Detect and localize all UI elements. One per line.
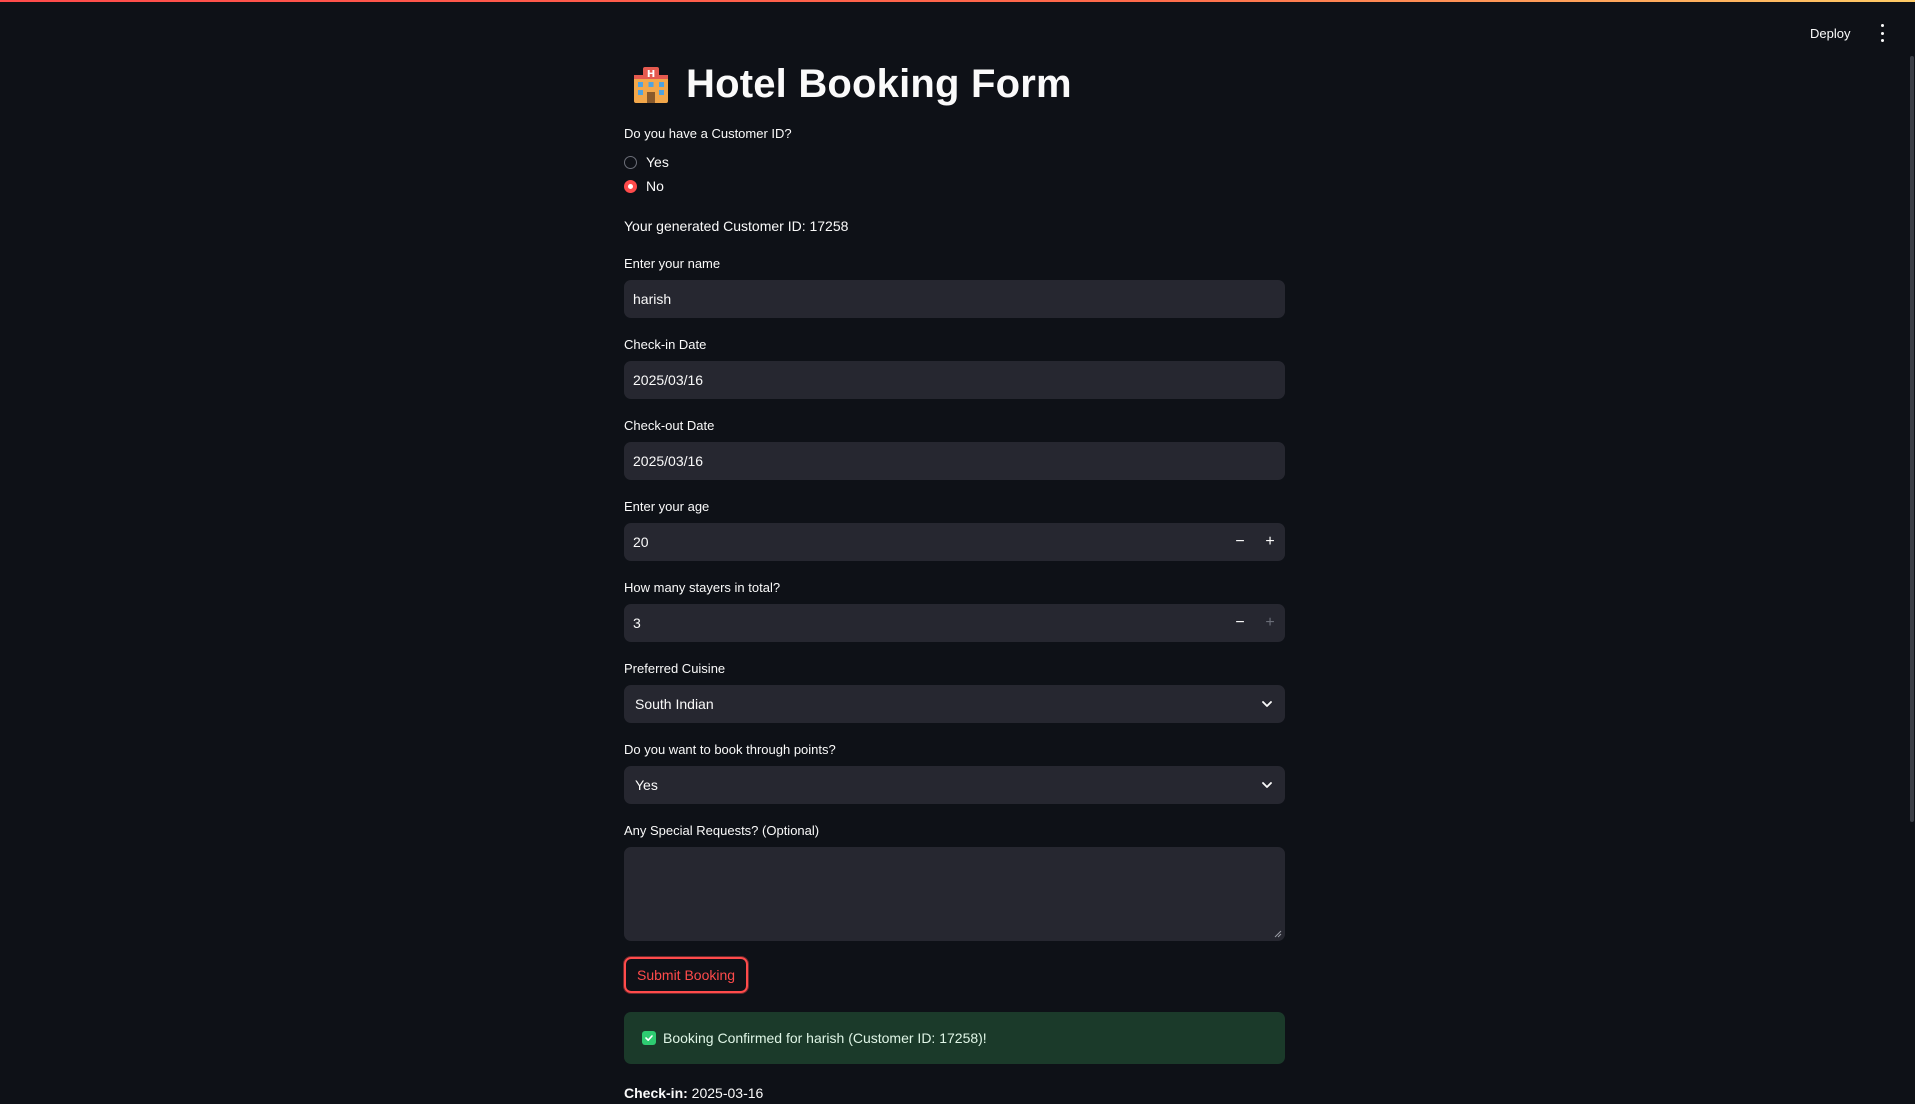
cuisine-label: Preferred Cuisine (624, 661, 726, 676)
name-label: Enter your name (624, 256, 721, 271)
points-label: Do you want to book through points? (624, 742, 836, 757)
cuisine-field: Preferred Cuisine South Indian (624, 661, 1285, 723)
radio-option-yes[interactable]: Yes (624, 150, 1285, 174)
chevron-down-icon (1262, 782, 1272, 788)
stayers-value: 3 (633, 615, 641, 631)
radio-label-no: No (646, 178, 664, 194)
cuisine-select[interactable]: South Indian (624, 685, 1285, 723)
scrollbar[interactable] (1910, 56, 1914, 822)
customer-id-question-label: Do you have a Customer ID? (624, 126, 792, 141)
summary-checkin-value: 2025-03-16 (687, 1085, 764, 1101)
points-select[interactable]: Yes (624, 766, 1285, 804)
checkin-field: Check-in Date 2025/03/16 (624, 337, 1285, 399)
deploy-button[interactable]: Deploy (1804, 22, 1856, 45)
points-selected-value: Yes (635, 777, 658, 793)
summary-checkin-label: Check-in: (624, 1085, 688, 1101)
age-value: 20 (633, 534, 649, 550)
age-label: Enter your age (624, 499, 710, 514)
svg-text:H: H (647, 69, 655, 80)
age-decrement-button[interactable]: − (1225, 523, 1255, 561)
stayers-label: How many stayers in total? (624, 580, 781, 595)
name-field: Enter your name harish (624, 256, 1285, 318)
name-input[interactable]: harish (624, 280, 1285, 318)
top-decoration-stripe (0, 0, 1915, 2)
resize-handle-icon[interactable] (1274, 930, 1282, 938)
special-requests-textarea[interactable] (624, 847, 1285, 941)
chevron-down-icon (1262, 701, 1272, 707)
cuisine-selected-value: South Indian (635, 696, 714, 712)
age-increment-button[interactable]: + (1255, 523, 1285, 561)
checkin-date-value: 2025/03/16 (633, 372, 704, 388)
checkin-label: Check-in Date (624, 337, 707, 352)
kebab-menu-icon[interactable] (1874, 24, 1890, 42)
customer-id-radio-group: Yes No (624, 150, 1285, 198)
checkout-date-input[interactable]: 2025/03/16 (624, 442, 1285, 480)
main-content: H Hotel Booking Form Do you have a Custo… (624, 56, 1285, 1104)
stayers-increment-button[interactable]: + (1255, 604, 1285, 642)
stayers-stepper: − + (1225, 604, 1285, 642)
age-number-input[interactable]: 20 − + (624, 523, 1285, 561)
points-field: Do you want to book through points? Yes (624, 742, 1285, 804)
radio-label-yes: Yes (646, 154, 669, 170)
age-field: Enter your age 20 − + (624, 499, 1285, 561)
radio-unchecked-icon (624, 155, 637, 169)
success-message: Booking Confirmed for harish (Customer I… (663, 1030, 987, 1046)
stayers-field: How many stayers in total? 3 − + (624, 580, 1285, 642)
radio-checked-icon (624, 179, 637, 193)
stayers-decrement-button[interactable]: − (1225, 604, 1255, 642)
requests-field: Any Special Requests? (Optional) (624, 823, 1285, 941)
generated-customer-id-text: Your generated Customer ID: 17258 (624, 218, 849, 234)
name-input-value: harish (633, 291, 672, 307)
requests-label: Any Special Requests? (Optional) (624, 823, 820, 838)
booking-success-alert: Booking Confirmed for harish (Customer I… (624, 1012, 1285, 1064)
submit-booking-button[interactable]: Submit Booking (624, 957, 749, 993)
hotel-icon: H (634, 67, 668, 103)
checkout-field: Check-out Date 2025/03/16 (624, 418, 1285, 480)
check-box-icon (642, 1031, 656, 1045)
checkout-label: Check-out Date (624, 418, 715, 433)
summary-checkin: Check-in: 2025-03-16 (624, 1082, 1285, 1104)
age-stepper: − + (1225, 523, 1285, 561)
page-title: Hotel Booking Form (686, 61, 1072, 106)
radio-option-no[interactable]: No (624, 174, 1285, 198)
stayers-number-input[interactable]: 3 − + (624, 604, 1285, 642)
title-row: H Hotel Booking Form (624, 56, 1285, 112)
checkin-date-input[interactable]: 2025/03/16 (624, 361, 1285, 399)
checkout-date-value: 2025/03/16 (633, 453, 704, 469)
